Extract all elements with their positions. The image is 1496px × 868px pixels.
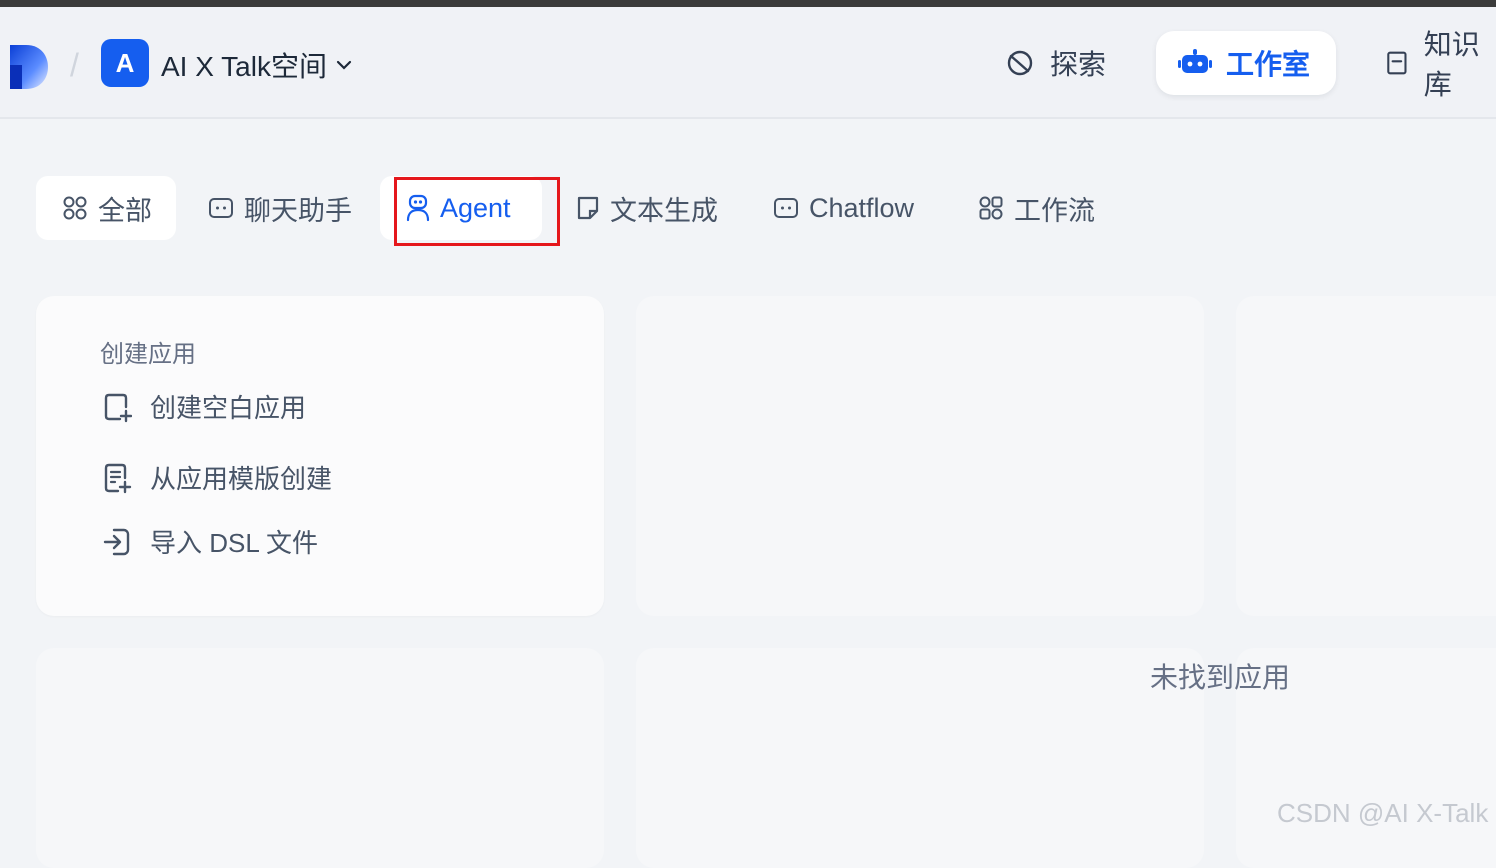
chat-bubble-icon <box>774 198 798 218</box>
app-card-placeholder <box>36 648 604 868</box>
template-icon <box>104 463 132 493</box>
app-card-placeholder <box>636 648 1204 868</box>
chevron-down-icon <box>336 60 352 70</box>
import-icon <box>103 528 130 555</box>
tab-agent-label: Agent <box>440 192 511 223</box>
tab-chat-assistant[interactable]: 聊天助手 <box>208 176 352 240</box>
compass-icon <box>1007 50 1033 76</box>
app-type-tabs: 全部 聊天助手 Agent 文本生成 Chatflow 工作流 <box>36 176 1236 240</box>
tab-all[interactable]: 全部 <box>36 176 176 240</box>
tab-text-generation-label: 文本生成 <box>610 195 718 226</box>
nav-knowledge[interactable]: 知识库 <box>1384 29 1496 100</box>
nav-studio[interactable]: 工作室 <box>1156 31 1336 95</box>
import-dsl-button[interactable]: 导入 DSL 文件 <box>102 523 318 560</box>
book-icon <box>1387 51 1407 75</box>
workspace-name: AI X Talk空间 <box>161 51 327 82</box>
grid-icon <box>63 196 87 220</box>
create-app-card: 创建应用 创建空白应用 从应用模版创建 导入 DSL 文件 <box>36 296 604 616</box>
workspace-avatar[interactable]: A <box>101 39 149 87</box>
app-card-placeholder <box>1236 296 1496 616</box>
create-from-template-button[interactable]: 从应用模版创建 <box>102 459 332 496</box>
create-blank-app-label: 创建空白应用 <box>150 393 307 423</box>
app-card-placeholder <box>636 296 1204 616</box>
nav-explore-label: 探索 <box>1050 49 1107 80</box>
watermark: CSDN @AI X-Talk <box>1277 798 1489 828</box>
tab-agent[interactable]: Agent <box>380 176 542 240</box>
blank-file-plus-icon <box>104 393 132 422</box>
workflow-icon <box>979 196 1003 220</box>
chat-bubble-icon <box>209 198 233 218</box>
robot-icon <box>1178 49 1212 73</box>
create-app-title: 创建应用 <box>100 341 196 368</box>
import-dsl-label: 导入 DSL 文件 <box>150 528 319 558</box>
tab-all-label: 全部 <box>98 195 152 226</box>
tab-chat-assistant-label: 聊天助手 <box>244 195 352 226</box>
tab-chatflow[interactable]: Chatflow <box>773 176 914 240</box>
empty-state-text: 未找到应用 <box>1150 662 1291 693</box>
tab-chatflow-label: Chatflow <box>809 192 915 223</box>
app-logo-icon[interactable] <box>8 43 50 91</box>
nav-studio-label: 工作室 <box>1226 49 1311 80</box>
workspace-switcher[interactable]: AI X Talk空间 <box>161 45 353 85</box>
tab-workflow-label: 工作流 <box>1014 195 1095 226</box>
app-header: / A AI X Talk空间 探索 工作室 知识库 <box>0 7 1496 119</box>
tab-workflow[interactable]: 工作流 <box>978 176 1095 240</box>
window-top-strip <box>0 0 1496 7</box>
breadcrumb-separator: / <box>70 47 79 83</box>
robot-icon <box>406 194 430 222</box>
tab-text-generation[interactable]: 文本生成 <box>576 176 718 240</box>
nav-explore[interactable]: 探索 <box>1004 31 1106 95</box>
document-icon <box>577 196 599 220</box>
create-blank-app-button[interactable]: 创建空白应用 <box>102 388 306 425</box>
create-from-template-label: 从应用模版创建 <box>150 464 333 494</box>
nav-knowledge-label: 知识库 <box>1423 29 1480 100</box>
